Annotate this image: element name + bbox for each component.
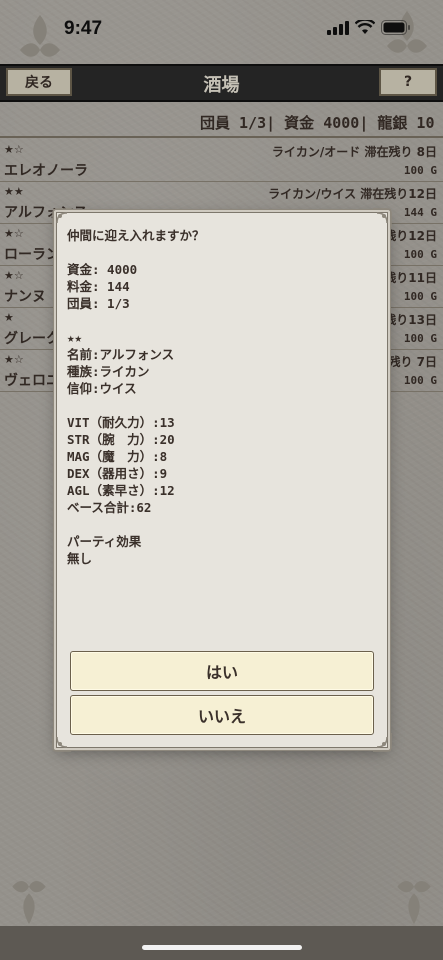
rank-stars: ★★	[4, 185, 24, 198]
stat-base-total: ベース合計:62	[67, 500, 152, 515]
corner-ornament-icon	[52, 733, 71, 752]
recruit-info: 残り13日	[384, 313, 437, 327]
stat-mag: MAG（魔 力）:8	[67, 449, 168, 464]
recruit-name: ナンヌ	[4, 289, 46, 305]
recruit-fee: 100 G	[403, 332, 437, 345]
recruit-fee: 100 G	[403, 164, 437, 177]
funds-value: 資金: 4000	[67, 262, 138, 277]
signal-icon	[327, 20, 349, 35]
list-item[interactable]: ★☆ エレオノーラ ライカン/オード 滞在残り 8日 100 G	[0, 140, 443, 182]
recruit-fee: 100 G	[403, 290, 437, 303]
home-indicator[interactable]	[142, 945, 302, 950]
bottom-bar	[0, 926, 443, 960]
help-button[interactable]: ?	[379, 68, 437, 96]
corner-ornament-icon	[52, 208, 71, 227]
character-faith: 信仰:ウイス	[67, 381, 137, 396]
recruit-fee: 100 G	[403, 374, 437, 387]
recruit-fee: 100 G	[403, 248, 437, 261]
recruit-confirm-dialog: 仲間に迎え入れますか？ 資金: 4000 料金: 144 団員: 1/3 ★★ …	[52, 208, 392, 752]
app-screen: 9:47 戻る 酒場 ? 団員 1/3| 資金 4000| 龍銀 10 ★☆ エ…	[0, 0, 443, 960]
recruit-fee: 144 G	[403, 206, 437, 219]
recruit-info: 残り11日	[384, 271, 437, 285]
resources-summary: 団員 1/3| 資金 4000| 龍銀 10	[200, 114, 435, 132]
character-name: 名前:アルフォンス	[67, 347, 175, 362]
rank-stars: ★☆	[4, 269, 24, 282]
recruit-name: エレオノーラ	[4, 163, 88, 179]
character-race: 種族:ライカン	[67, 364, 150, 379]
yes-button[interactable]: はい	[70, 651, 374, 691]
stat-vit: VIT（耐久力）:13	[67, 415, 175, 430]
fleur-ornament-icon	[397, 881, 431, 925]
divider	[0, 136, 443, 138]
fee-value: 料金: 144	[67, 279, 130, 294]
corner-ornament-icon	[373, 208, 392, 227]
dialog-question: 仲間に迎え入れますか？	[67, 228, 205, 243]
rank-stars: ★☆	[4, 353, 24, 366]
status-time: 9:47	[64, 18, 103, 39]
recruit-info: ライカン/ウイス 滞在残り12日	[268, 187, 437, 201]
members-value: 団員: 1/3	[67, 296, 130, 311]
party-effect-label: パーティ効果	[67, 534, 142, 549]
rank-stars: ★★	[67, 330, 83, 345]
party-effect-value: 無し	[67, 551, 93, 566]
corner-ornament-icon	[373, 733, 392, 752]
recruit-info: 残り12日	[384, 229, 437, 243]
page-title: 酒場	[203, 75, 240, 96]
battery-icon	[381, 20, 410, 35]
recruit-info: 残り 7日	[388, 355, 437, 369]
recruit-name: ヴェロニ	[4, 373, 60, 389]
wifi-icon	[355, 20, 375, 34]
dialog-body: 仲間に迎え入れますか？ 資金: 4000 料金: 144 団員: 1/3 ★★ …	[67, 227, 205, 567]
stat-agl: AGL（素早さ）:12	[67, 483, 175, 498]
stat-dex: DEX（器用さ）:9	[67, 466, 168, 481]
rank-stars: ★	[4, 311, 14, 324]
rank-stars: ★☆	[4, 143, 24, 156]
stat-str: STR（腕 力）:20	[67, 432, 175, 447]
recruit-name: グレーク	[4, 331, 60, 347]
fleur-ornament-icon	[12, 881, 46, 925]
recruit-name: ローラン	[4, 247, 60, 263]
status-bar: 9:47	[0, 0, 443, 56]
rank-stars: ★☆	[4, 227, 24, 240]
recruit-info: ライカン/オード 滞在残り 8日	[271, 145, 437, 159]
no-button[interactable]: いいえ	[70, 695, 374, 735]
app-header: 戻る 酒場 ?	[0, 64, 443, 102]
